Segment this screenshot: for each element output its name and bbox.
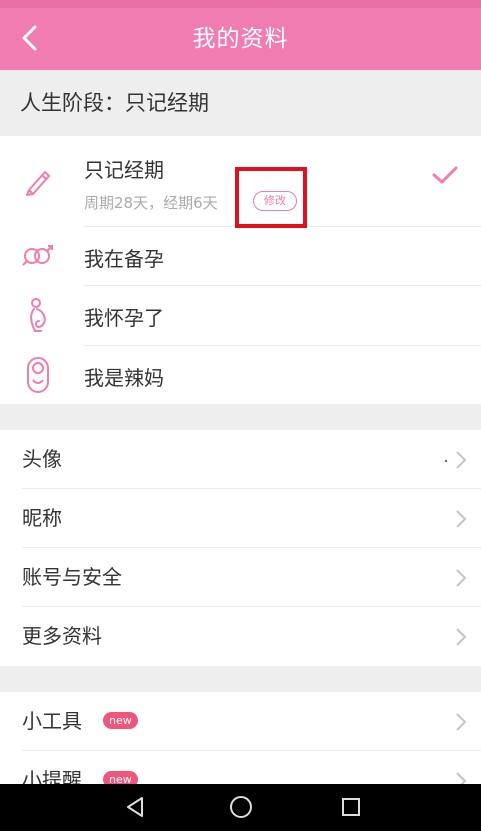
square-recent-icon (342, 798, 360, 816)
menu-label: 头像 (22, 447, 62, 471)
chevron-right-icon (456, 569, 467, 587)
tools-menu: 小工具 new 小提醒 new (0, 692, 481, 784)
menu-label: 账号与安全 (22, 565, 122, 589)
app-header: 我的资料 (0, 8, 481, 70)
menu-label: 更多资料 (22, 624, 102, 648)
nav-back-button[interactable] (118, 792, 152, 822)
edit-cycle-button[interactable]: 修改 (253, 191, 297, 211)
nav-home-button[interactable] (224, 792, 258, 822)
stage-item-trying-to-conceive[interactable]: 我在备孕 (0, 227, 481, 285)
page-title: 我的资料 (192, 26, 289, 52)
stage-label: 我在备孕 (84, 247, 164, 271)
chevron-right-icon (456, 628, 467, 646)
chevron-right-icon (456, 772, 467, 784)
menu-item-avatar[interactable]: 头像 (0, 430, 481, 489)
menu-label: 小提醒 (22, 768, 82, 784)
system-nav-bar (0, 784, 481, 831)
menu-item-nickname[interactable]: 昵称 (0, 489, 481, 548)
triangle-back-icon (127, 797, 143, 817)
menu-label: 昵称 (22, 506, 62, 530)
new-badge: new (103, 712, 138, 729)
baby-icon (18, 355, 58, 395)
menu-item-account-security[interactable]: 账号与安全 (0, 548, 481, 607)
avatar-placeholder (445, 460, 447, 462)
chevron-right-icon (456, 713, 467, 731)
menu-item-reminders[interactable]: 小提醒 new (0, 751, 481, 784)
stage-label: 我怀孕了 (84, 306, 164, 330)
stage-label: 我是辣妈 (84, 366, 164, 390)
section-gap (0, 666, 481, 692)
chevron-right-icon (456, 451, 467, 469)
pregnant-icon (18, 296, 58, 336)
menu-item-tools[interactable]: 小工具 new (0, 692, 481, 751)
menu-item-more-info[interactable]: 更多资料 (0, 607, 481, 666)
life-stage-heading: 人生阶段：只记经期 (0, 70, 481, 136)
circle-home-icon (230, 796, 252, 818)
menu-label: 小工具 (22, 709, 82, 733)
pencil-icon (18, 161, 58, 201)
stage-item-new-mom[interactable]: 我是辣妈 (0, 346, 481, 404)
new-badge: new (103, 771, 138, 784)
stage-item-pregnant[interactable]: 我怀孕了 (0, 286, 481, 345)
section-gap (0, 404, 481, 430)
life-stage-list: 只记经期 周期28天，经期6天 修改 我在备孕 我怀孕了 我是辣妈 (0, 136, 481, 404)
check-icon (431, 164, 459, 190)
gender-rings-icon (18, 236, 58, 276)
nav-recent-button[interactable] (334, 792, 368, 822)
stage-item-period-only[interactable]: 只记经期 周期28天，经期6天 修改 (0, 136, 481, 226)
chevron-right-icon (456, 510, 467, 528)
profile-menu: 头像 昵称 账号与安全 更多资料 (0, 430, 481, 666)
cycle-summary: 周期28天，经期6天 (84, 194, 218, 212)
stage-label: 只记经期 (84, 158, 164, 182)
status-bar (0, 0, 481, 8)
